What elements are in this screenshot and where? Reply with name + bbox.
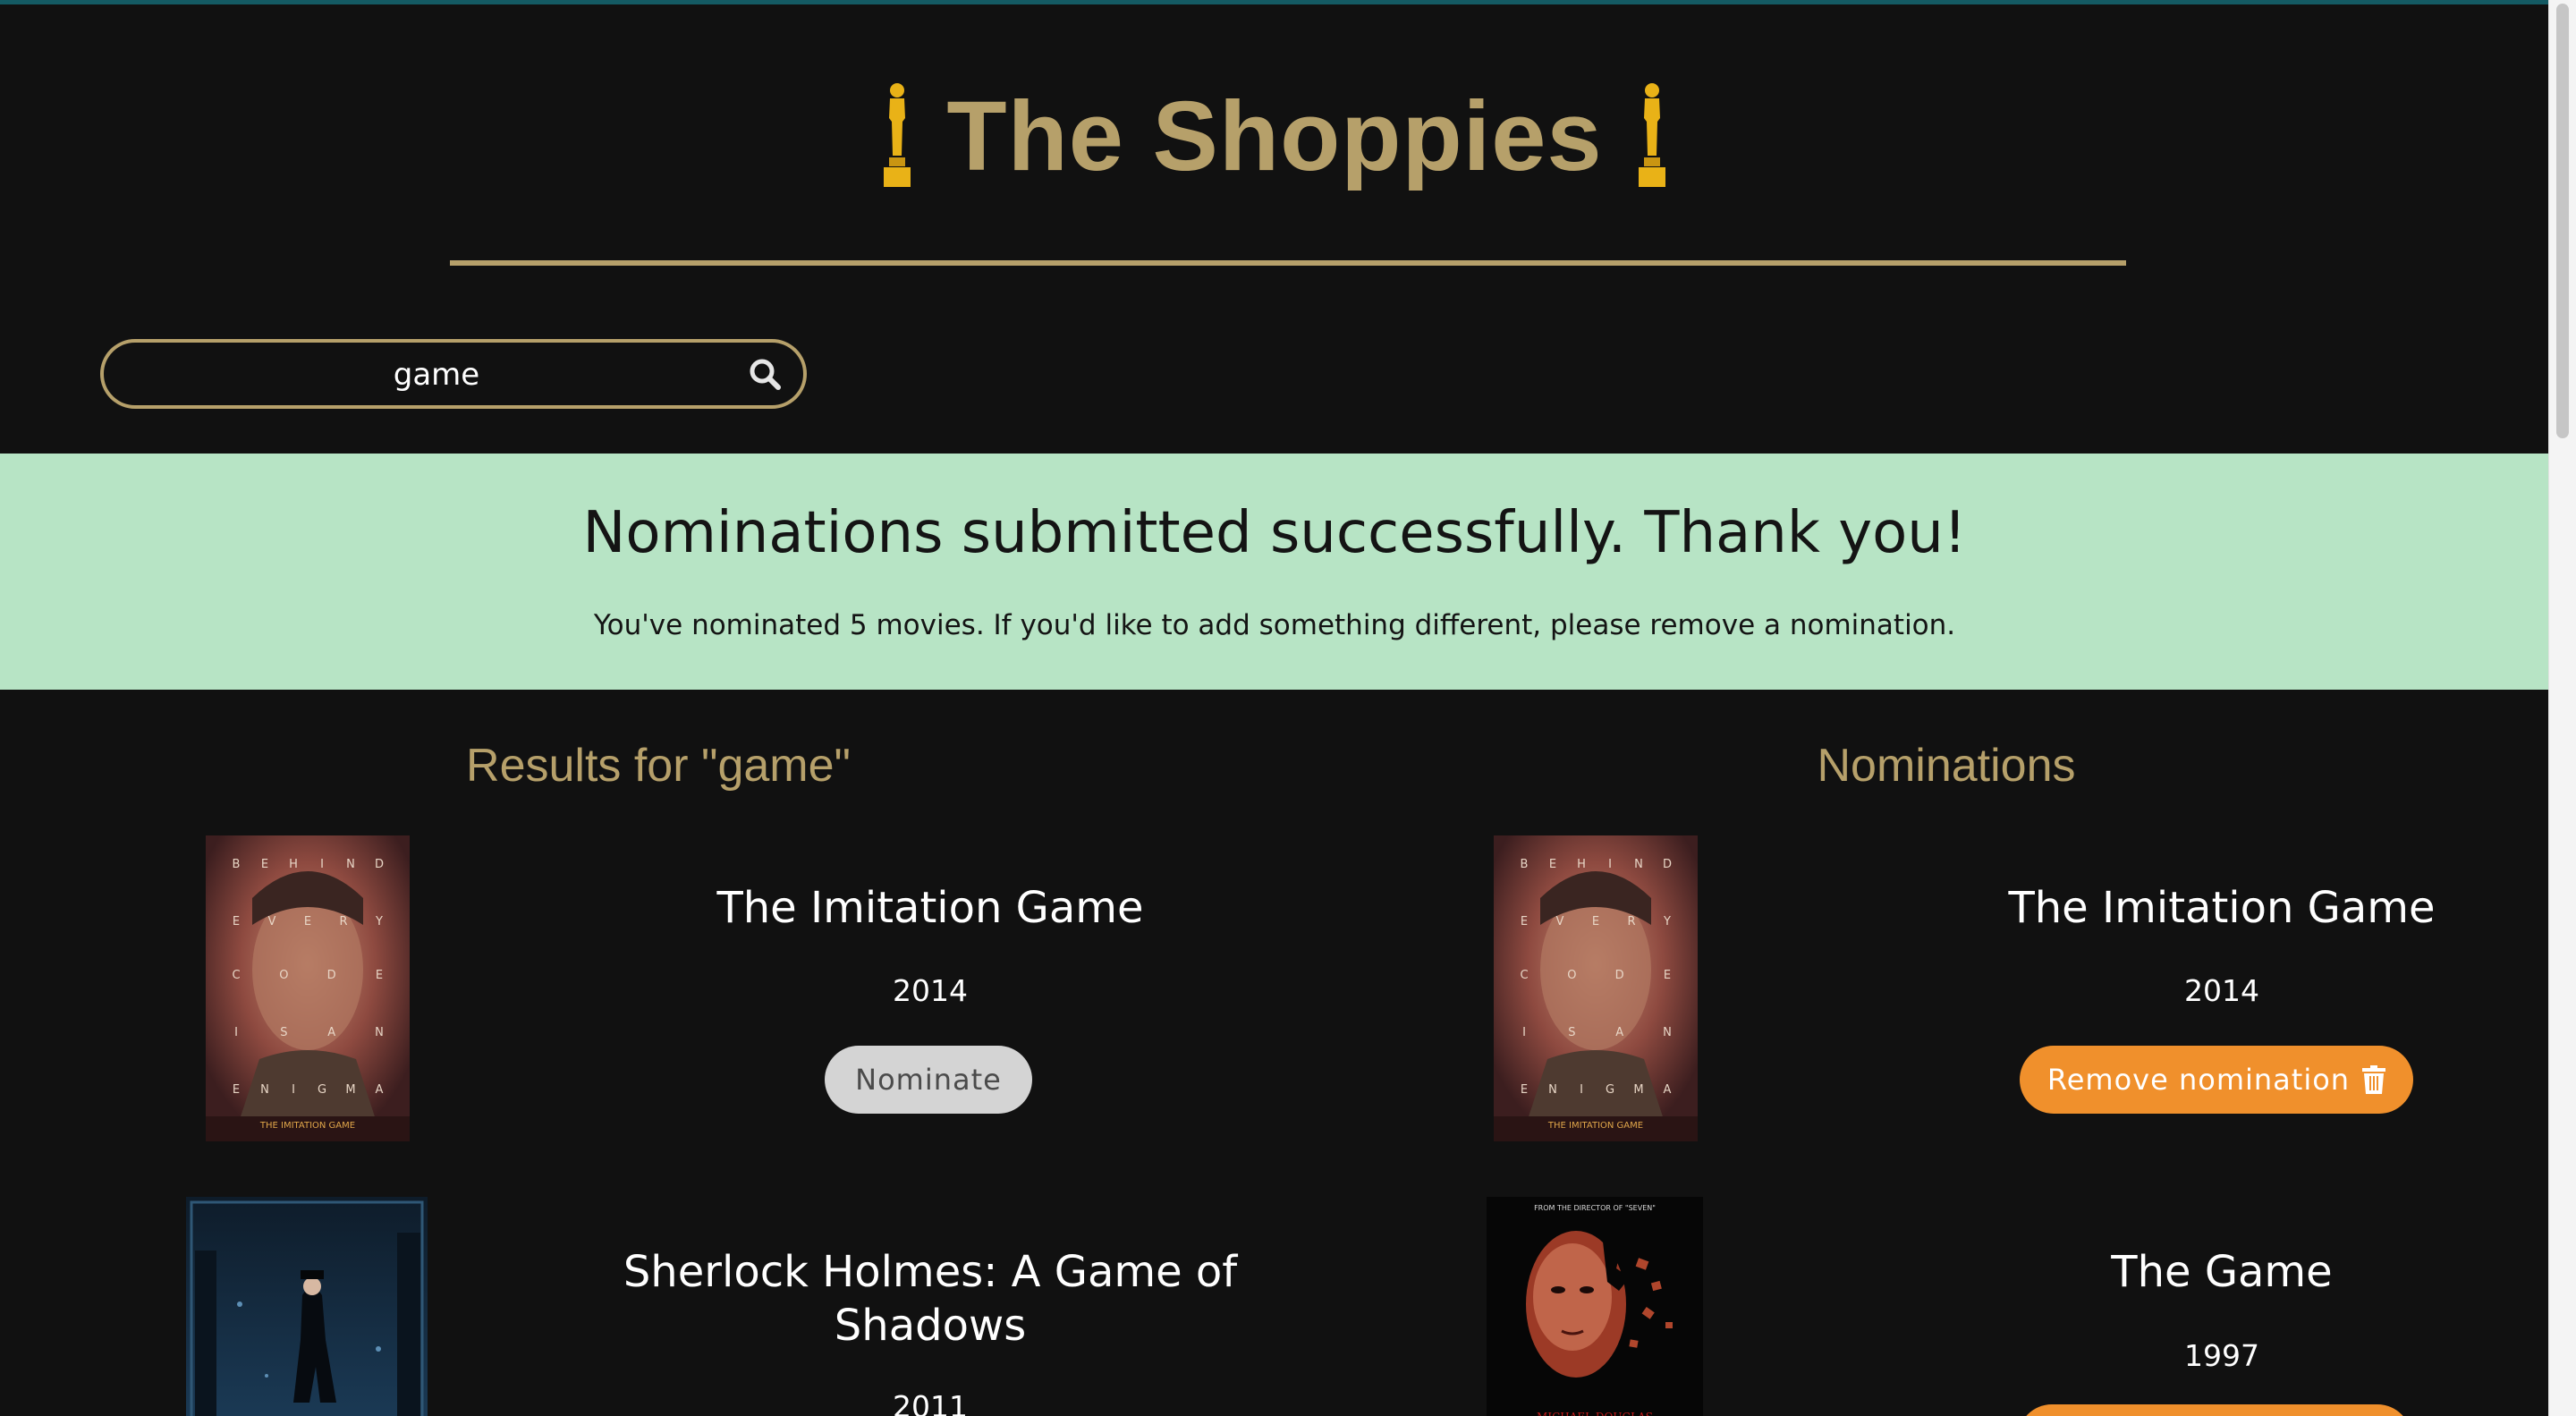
poster-letter: G (318, 1083, 326, 1097)
movie-year: 2014 (893, 973, 968, 1008)
poster-letter: G (1606, 1083, 1614, 1097)
search-input[interactable] (140, 346, 733, 403)
poster-letter: I (234, 1026, 238, 1039)
poster-letter: B (233, 858, 241, 871)
poster-letter: I (1608, 858, 1612, 871)
poster-letter: N (260, 1083, 269, 1097)
poster-the-imitation-game: B E H I N D E V E R Y C O D E I S A N E N I G M A THE IMITATION … (1494, 835, 1698, 1141)
trash-icon (2362, 1065, 2386, 1094)
top-accent-line (0, 0, 2549, 4)
poster-letter: N (1634, 858, 1643, 871)
remove-nomination-label: Remove nomination (2046, 1063, 2351, 1097)
poster-letter: A (376, 1083, 384, 1097)
poster-letter: I (292, 1083, 295, 1097)
poster-letter: D (1663, 858, 1672, 871)
remove-nomination-button[interactable] (2018, 1404, 2411, 1416)
movie-title: The Game (2111, 1247, 2333, 1297)
poster-letter: A (1664, 1083, 1672, 1097)
header: The Shoppies (0, 73, 2549, 199)
banner-heading: Nominations submitted successfully. Than… (582, 500, 1967, 566)
poster-letter: A (1615, 1026, 1623, 1039)
poster-letter: Y (375, 915, 383, 928)
poster-letter: N (1548, 1083, 1557, 1097)
poster-letter: C (232, 969, 240, 982)
header-divider (450, 260, 2126, 266)
poster-letter: M (1633, 1083, 1643, 1097)
poster-letter: I (320, 858, 324, 871)
poster-letter: E (304, 915, 311, 928)
poster-letter: D (1615, 969, 1624, 982)
poster-the-imitation-game: B E H I N D E V E R Y C O D E I S A N E N I G M A THE IMITATION … (206, 835, 410, 1141)
poster-letter: E (261, 858, 268, 871)
nominate-button[interactable]: Nominate (825, 1046, 1032, 1114)
poster-letter: H (289, 858, 298, 871)
remove-nomination-button[interactable]: Remove nomination (2020, 1046, 2413, 1114)
poster-letter: R (339, 915, 347, 928)
poster-letter: V (268, 915, 276, 928)
search-bar (100, 339, 807, 409)
page-title: The Shoppies (946, 81, 1603, 191)
poster-letter: M (345, 1083, 355, 1097)
movie-title: The Imitation Game (2008, 883, 2436, 933)
movie-year: 1997 (2184, 1338, 2259, 1373)
nominations-heading: Nominations (1817, 740, 2076, 792)
poster-letter: A (327, 1026, 335, 1039)
poster-letter: B (1521, 858, 1529, 871)
poster-letter: E (376, 969, 383, 982)
poster-actor: MICHAEL DOUGLAS (1537, 1411, 1653, 1416)
poster-letter: N (346, 858, 355, 871)
poster-letter: N (1663, 1026, 1672, 1039)
poster-letter: V (1556, 915, 1564, 928)
poster-sherlock-holmes-a-game-of-shadows (186, 1197, 428, 1416)
poster-letter: S (1568, 1026, 1575, 1039)
poster-letter: C (1520, 969, 1528, 982)
movie-title: The Imitation Game (716, 883, 1144, 933)
poster-letter: D (375, 858, 384, 871)
poster-letter: H (1577, 858, 1586, 871)
poster-letter: E (1521, 1083, 1528, 1097)
trophy-icon (884, 83, 911, 187)
trophy-icon (1638, 83, 1665, 187)
poster-letter: S (280, 1026, 287, 1039)
movie-year: 2014 (2184, 973, 2259, 1008)
results-heading: Results for "game" (466, 740, 851, 792)
poster-letter: Y (1663, 915, 1671, 928)
success-banner: Nominations submitted successfully. Than… (0, 454, 2549, 690)
search-icon[interactable] (746, 355, 785, 394)
poster-letter: E (233, 1083, 240, 1097)
movie-year: 2011 (893, 1389, 968, 1416)
page: The Shoppies Nominations submitted succe… (0, 0, 2549, 1416)
poster-letter: E (1592, 915, 1599, 928)
poster-letter: R (1627, 915, 1635, 928)
poster-letter: D (327, 969, 336, 982)
poster-the-game: FROM THE DIRECTOR OF "SEVEN" MICHAEL DOU… (1487, 1197, 1703, 1416)
poster-letter: O (1567, 969, 1576, 982)
banner-message: You've nominated 5 movies. If you'd like… (593, 609, 1956, 641)
poster-letter: I (1522, 1026, 1526, 1039)
poster-letter: E (1664, 969, 1671, 982)
poster-caption: THE IMITATION GAME (1547, 1121, 1643, 1131)
poster-letter: O (279, 969, 288, 982)
poster-letter: E (233, 915, 240, 928)
poster-letter: E (1521, 915, 1528, 928)
poster-caption: THE IMITATION GAME (259, 1121, 355, 1131)
poster-letter: N (375, 1026, 384, 1039)
poster-tagline: FROM THE DIRECTOR OF "SEVEN" (1534, 1204, 1656, 1212)
movie-title: Sherlock Holmes: A Game of Shadows (623, 1247, 1238, 1351)
poster-letter: E (1549, 858, 1556, 871)
scrollbar-thumb[interactable] (2556, 4, 2569, 438)
scrollbar[interactable] (2548, 0, 2576, 1416)
poster-letter: I (1580, 1083, 1583, 1097)
